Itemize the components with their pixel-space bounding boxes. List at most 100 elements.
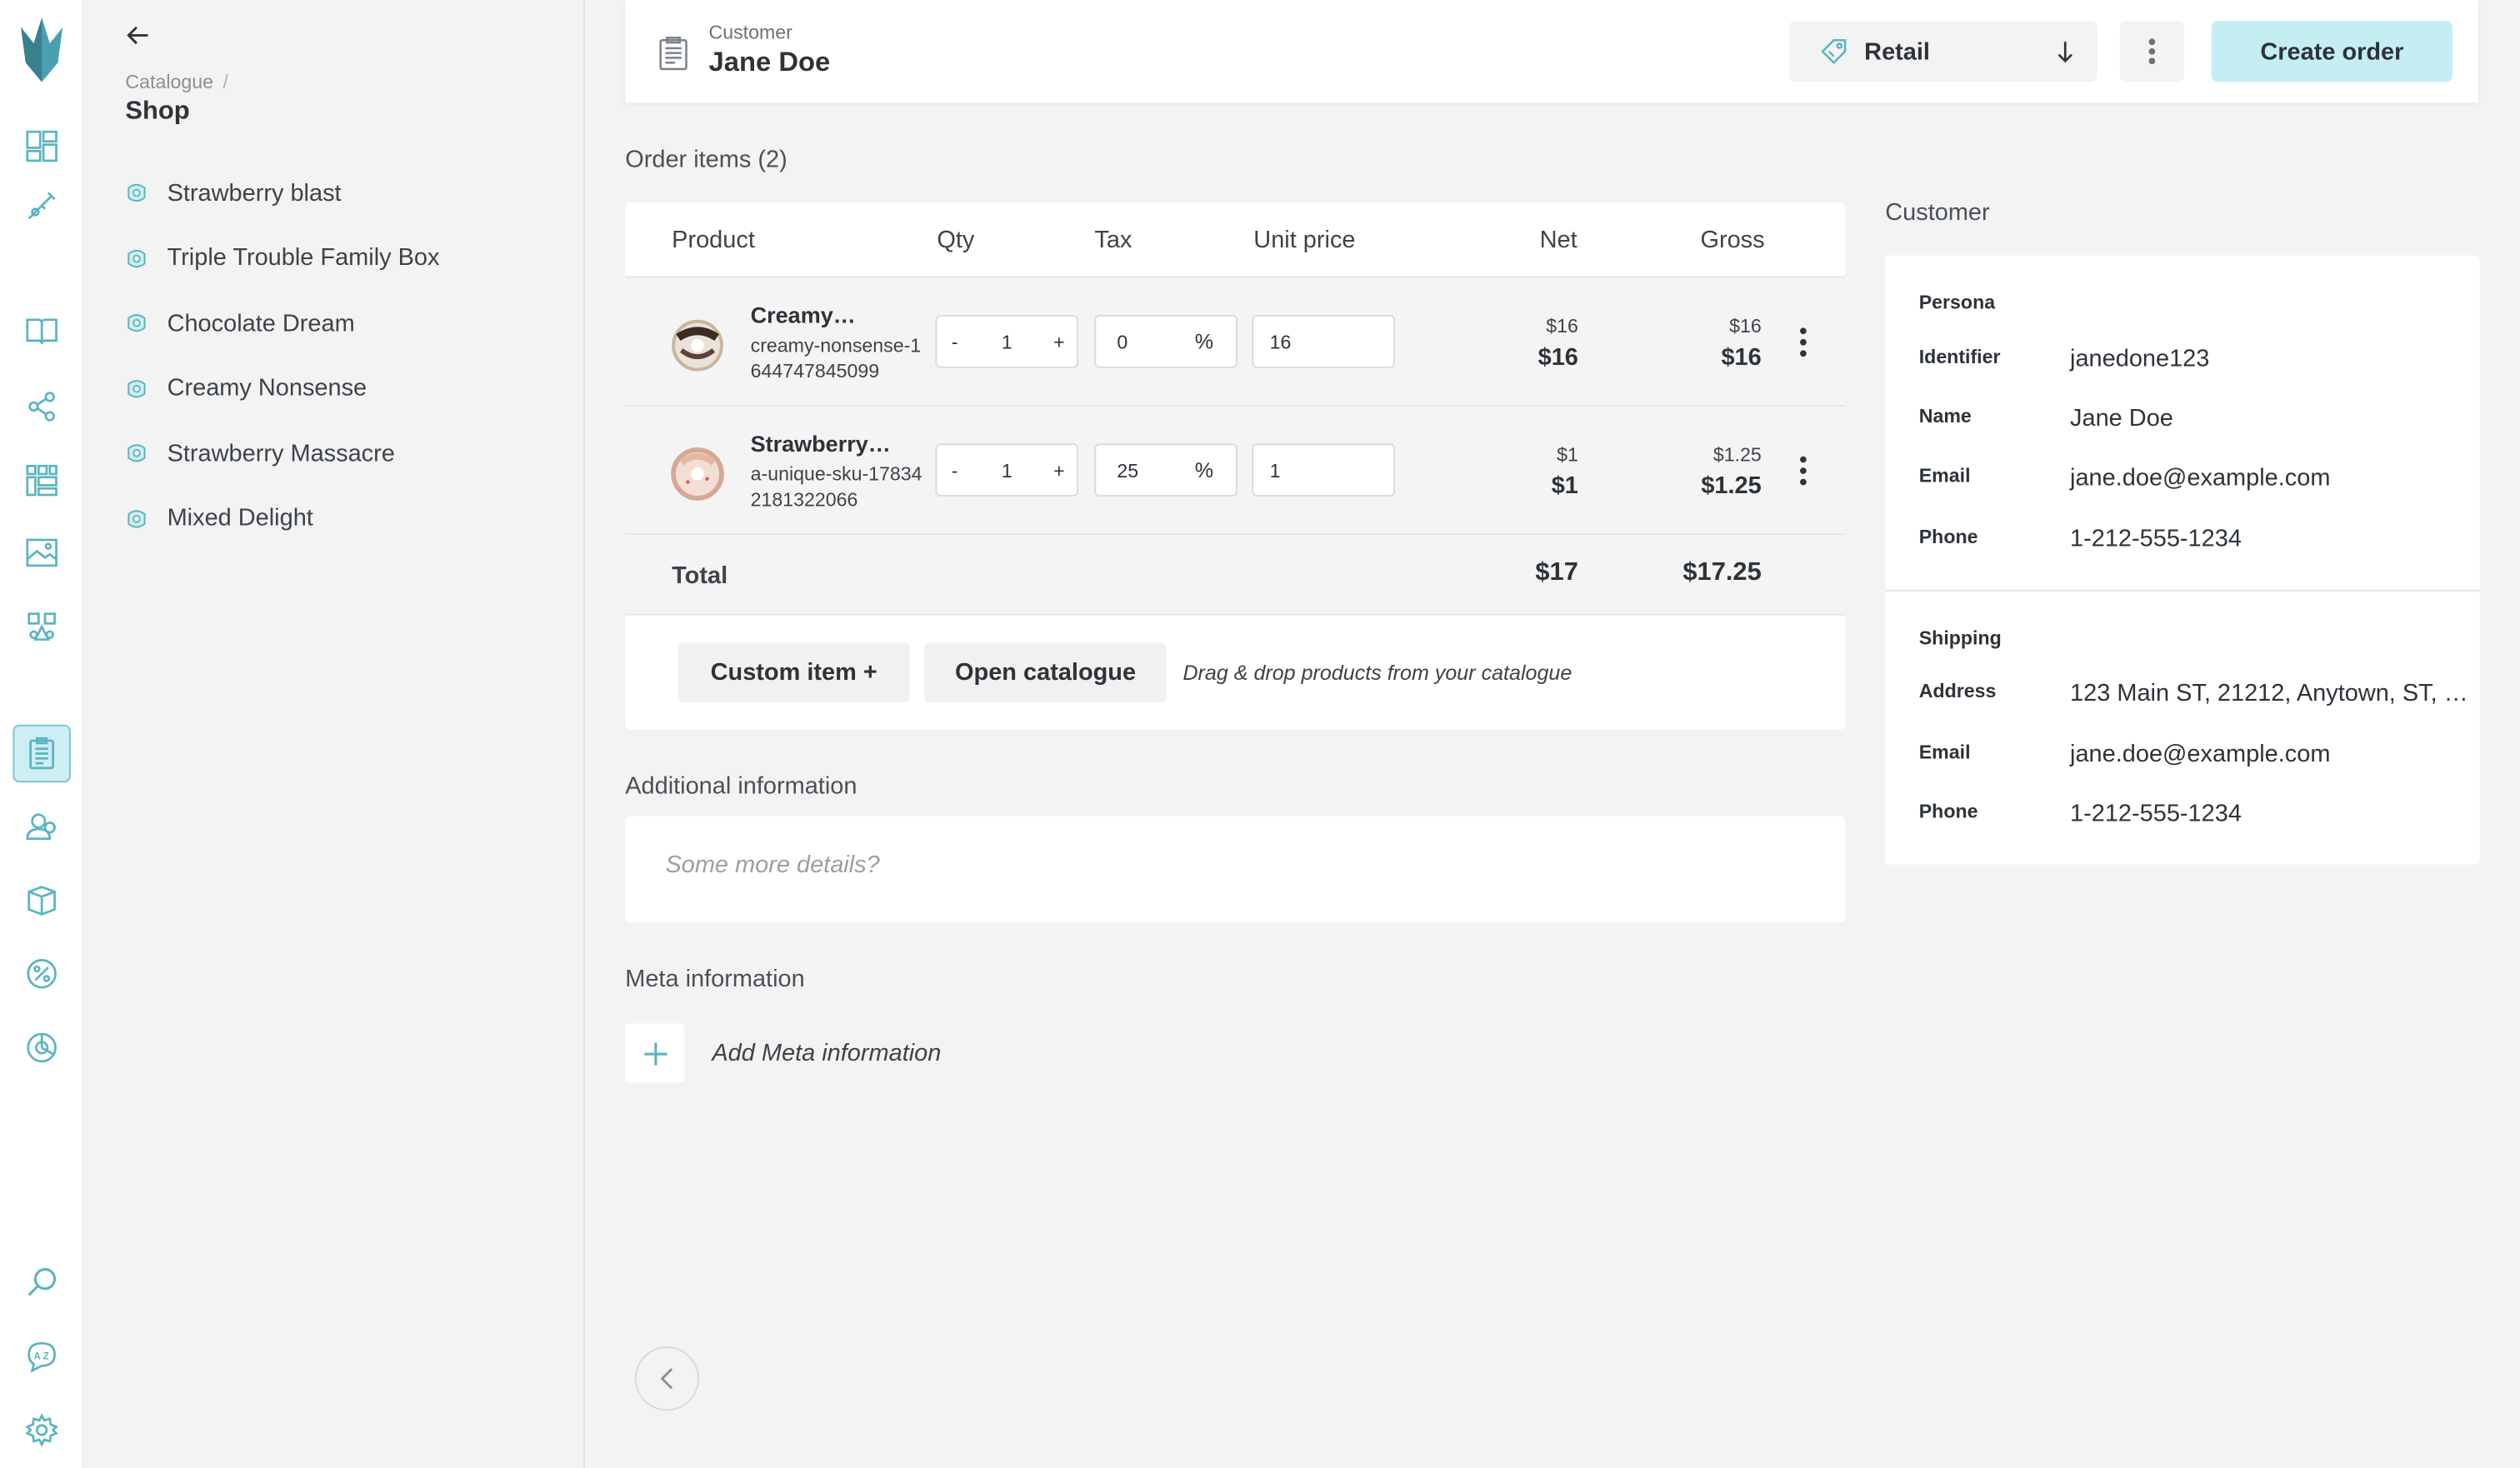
catalogue-list: Strawberry blast Triple Trouble Family B… bbox=[125, 161, 439, 552]
catalogue-item[interactable]: Triple Trouble Family Box bbox=[125, 226, 439, 291]
row-options-icon[interactable] bbox=[1793, 327, 1812, 359]
create-order-button[interactable]: Create order bbox=[2211, 21, 2453, 82]
catalogue-icon[interactable] bbox=[16, 305, 68, 357]
quantity-increment-button[interactable]: + bbox=[1042, 459, 1077, 482]
catalogue-item[interactable]: Creamy Nonsense bbox=[125, 356, 439, 421]
column-net: Net bbox=[1539, 226, 1578, 254]
grid-icon[interactable] bbox=[16, 455, 68, 507]
quantity-decrement-button[interactable]: - bbox=[937, 330, 972, 352]
reports-icon[interactable] bbox=[16, 1022, 68, 1074]
catalogue-item[interactable]: Strawberry Massacre bbox=[125, 421, 439, 486]
catalogue-item[interactable]: Chocolate Dream bbox=[125, 291, 439, 356]
settings-icon[interactable] bbox=[16, 1405, 68, 1456]
product-sku: creamy-nonsense-1644747845099 bbox=[750, 334, 922, 383]
translate-icon[interactable]: A Z bbox=[16, 1331, 68, 1382]
catalogue-item[interactable]: Mixed Delight bbox=[125, 486, 439, 551]
email-value: jane.doe@example.com bbox=[2070, 464, 2331, 492]
collapse-panel-button[interactable] bbox=[634, 1346, 699, 1411]
tax-value: 25 bbox=[1117, 459, 1139, 482]
customer-heading: Customer bbox=[1885, 199, 1990, 227]
tax-input[interactable]: 0 % bbox=[1094, 315, 1238, 368]
customer-divider bbox=[1885, 589, 2480, 592]
add-meta-label[interactable]: Add Meta information bbox=[712, 1040, 941, 1067]
order-total-row: Total $17 $17.25 bbox=[625, 533, 1846, 616]
column-product: Product bbox=[672, 226, 755, 254]
drag-drop-hint: Drag & drop products from your catalogue bbox=[1182, 660, 1572, 685]
unit-price-input[interactable]: 1 bbox=[1252, 443, 1396, 497]
row-options-icon[interactable] bbox=[1793, 455, 1812, 487]
product-icon bbox=[128, 444, 146, 462]
product-name: Creamy… bbox=[750, 302, 856, 328]
price-variant-select[interactable]: Retail bbox=[1788, 21, 2098, 82]
breadcrumb: Catalogue / bbox=[125, 71, 228, 93]
customers-icon[interactable] bbox=[16, 800, 68, 851]
dashboard-icon[interactable] bbox=[16, 121, 68, 172]
quantity-value[interactable]: 1 bbox=[972, 330, 1042, 352]
more-options-button[interactable] bbox=[2119, 21, 2184, 82]
catalogue-item-label: Mixed Delight bbox=[167, 505, 313, 532]
name-value: Jane Doe bbox=[2070, 405, 2173, 432]
brand-logo-icon[interactable] bbox=[14, 14, 69, 85]
breadcrumb-separator: / bbox=[222, 70, 228, 93]
meta-info-heading: Meta information bbox=[625, 966, 805, 993]
order-items-heading: Order items (2) bbox=[625, 146, 788, 174]
catalogue-item-label: Creamy Nonsense bbox=[167, 374, 368, 402]
identifier-value: janedone123 bbox=[2070, 345, 2210, 373]
shipping-label: Shipping bbox=[1918, 627, 2002, 650]
net-unit: $1 bbox=[1557, 443, 1578, 467]
custom-item-button[interactable]: Custom item + bbox=[678, 642, 910, 702]
total-net: $17 bbox=[1535, 559, 1578, 587]
plus-icon bbox=[643, 1041, 667, 1065]
usage-icon[interactable] bbox=[16, 180, 68, 232]
svg-text:A Z: A Z bbox=[34, 1352, 49, 1362]
persona-label: Persona bbox=[1918, 291, 1996, 314]
price-tag-icon bbox=[1821, 38, 1847, 64]
catalogue-panel: Catalogue / Shop Strawberry blast Triple … bbox=[83, 0, 699, 1468]
graph-icon[interactable] bbox=[16, 381, 68, 432]
search-icon[interactable] bbox=[16, 1256, 68, 1308]
gross-unit: $1.25 bbox=[1712, 443, 1762, 467]
net-unit: $16 bbox=[1546, 315, 1578, 338]
total-label: Total bbox=[672, 562, 728, 590]
open-catalogue-button[interactable]: Open catalogue bbox=[923, 642, 1168, 702]
catalogue-title: Shop bbox=[125, 97, 190, 126]
customer-label: Customer bbox=[708, 21, 792, 44]
column-gross: Gross bbox=[1700, 226, 1765, 254]
catalogue-item-label: Triple Trouble Family Box bbox=[167, 244, 440, 272]
shapes-icon[interactable] bbox=[16, 601, 68, 652]
product-icon bbox=[128, 249, 146, 267]
clipboard-icon bbox=[659, 37, 688, 71]
quantity-increment-button[interactable]: + bbox=[1042, 330, 1077, 352]
quantity-decrement-button[interactable]: - bbox=[937, 459, 972, 482]
column-unit-price: Unit price bbox=[1253, 226, 1356, 254]
stock-icon[interactable] bbox=[16, 874, 68, 926]
column-qty: Qty bbox=[937, 226, 975, 254]
shipping-email-label: Email bbox=[1918, 741, 1971, 764]
shipping-email-value: jane.doe@example.com bbox=[2070, 741, 2331, 768]
order-items-card: Product Qty Tax Unit price Net Gross Cre… bbox=[625, 202, 1846, 730]
tax-unit: % bbox=[1194, 457, 1214, 482]
quantity-stepper: - 1 + bbox=[935, 315, 1079, 368]
breadcrumb-root[interactable]: Catalogue bbox=[125, 71, 213, 93]
customer-card: Persona Identifier janedone123 Name Jane… bbox=[1885, 255, 2480, 865]
column-tax: Tax bbox=[1094, 226, 1132, 254]
product-name: Strawberry… bbox=[750, 430, 891, 457]
back-arrow-icon[interactable] bbox=[125, 22, 151, 48]
main-nav-rail: A Z bbox=[0, 0, 84, 1468]
unit-price-input[interactable]: 16 bbox=[1252, 315, 1396, 368]
app-root: A Z Catalogue / Shop Strawberry blast Tri… bbox=[0, 0, 2520, 1468]
catalogue-item[interactable]: Strawberry blast bbox=[125, 161, 439, 226]
add-meta-button[interactable] bbox=[625, 1023, 685, 1083]
tax-input[interactable]: 25 % bbox=[1094, 443, 1238, 497]
additional-info-input[interactable] bbox=[665, 851, 1791, 879]
donut-image bbox=[671, 447, 724, 501]
shipping-phone-value: 1-212-555-1234 bbox=[2070, 800, 2242, 828]
orders-icon[interactable] bbox=[12, 724, 71, 783]
media-icon[interactable] bbox=[16, 527, 68, 579]
product-icon bbox=[128, 509, 146, 528]
additional-info-card bbox=[625, 816, 1846, 923]
discount-icon[interactable] bbox=[16, 948, 68, 1000]
identifier-label: Identifier bbox=[1918, 345, 2001, 368]
quantity-value[interactable]: 1 bbox=[972, 459, 1042, 482]
chevron-left-icon bbox=[660, 1368, 673, 1390]
